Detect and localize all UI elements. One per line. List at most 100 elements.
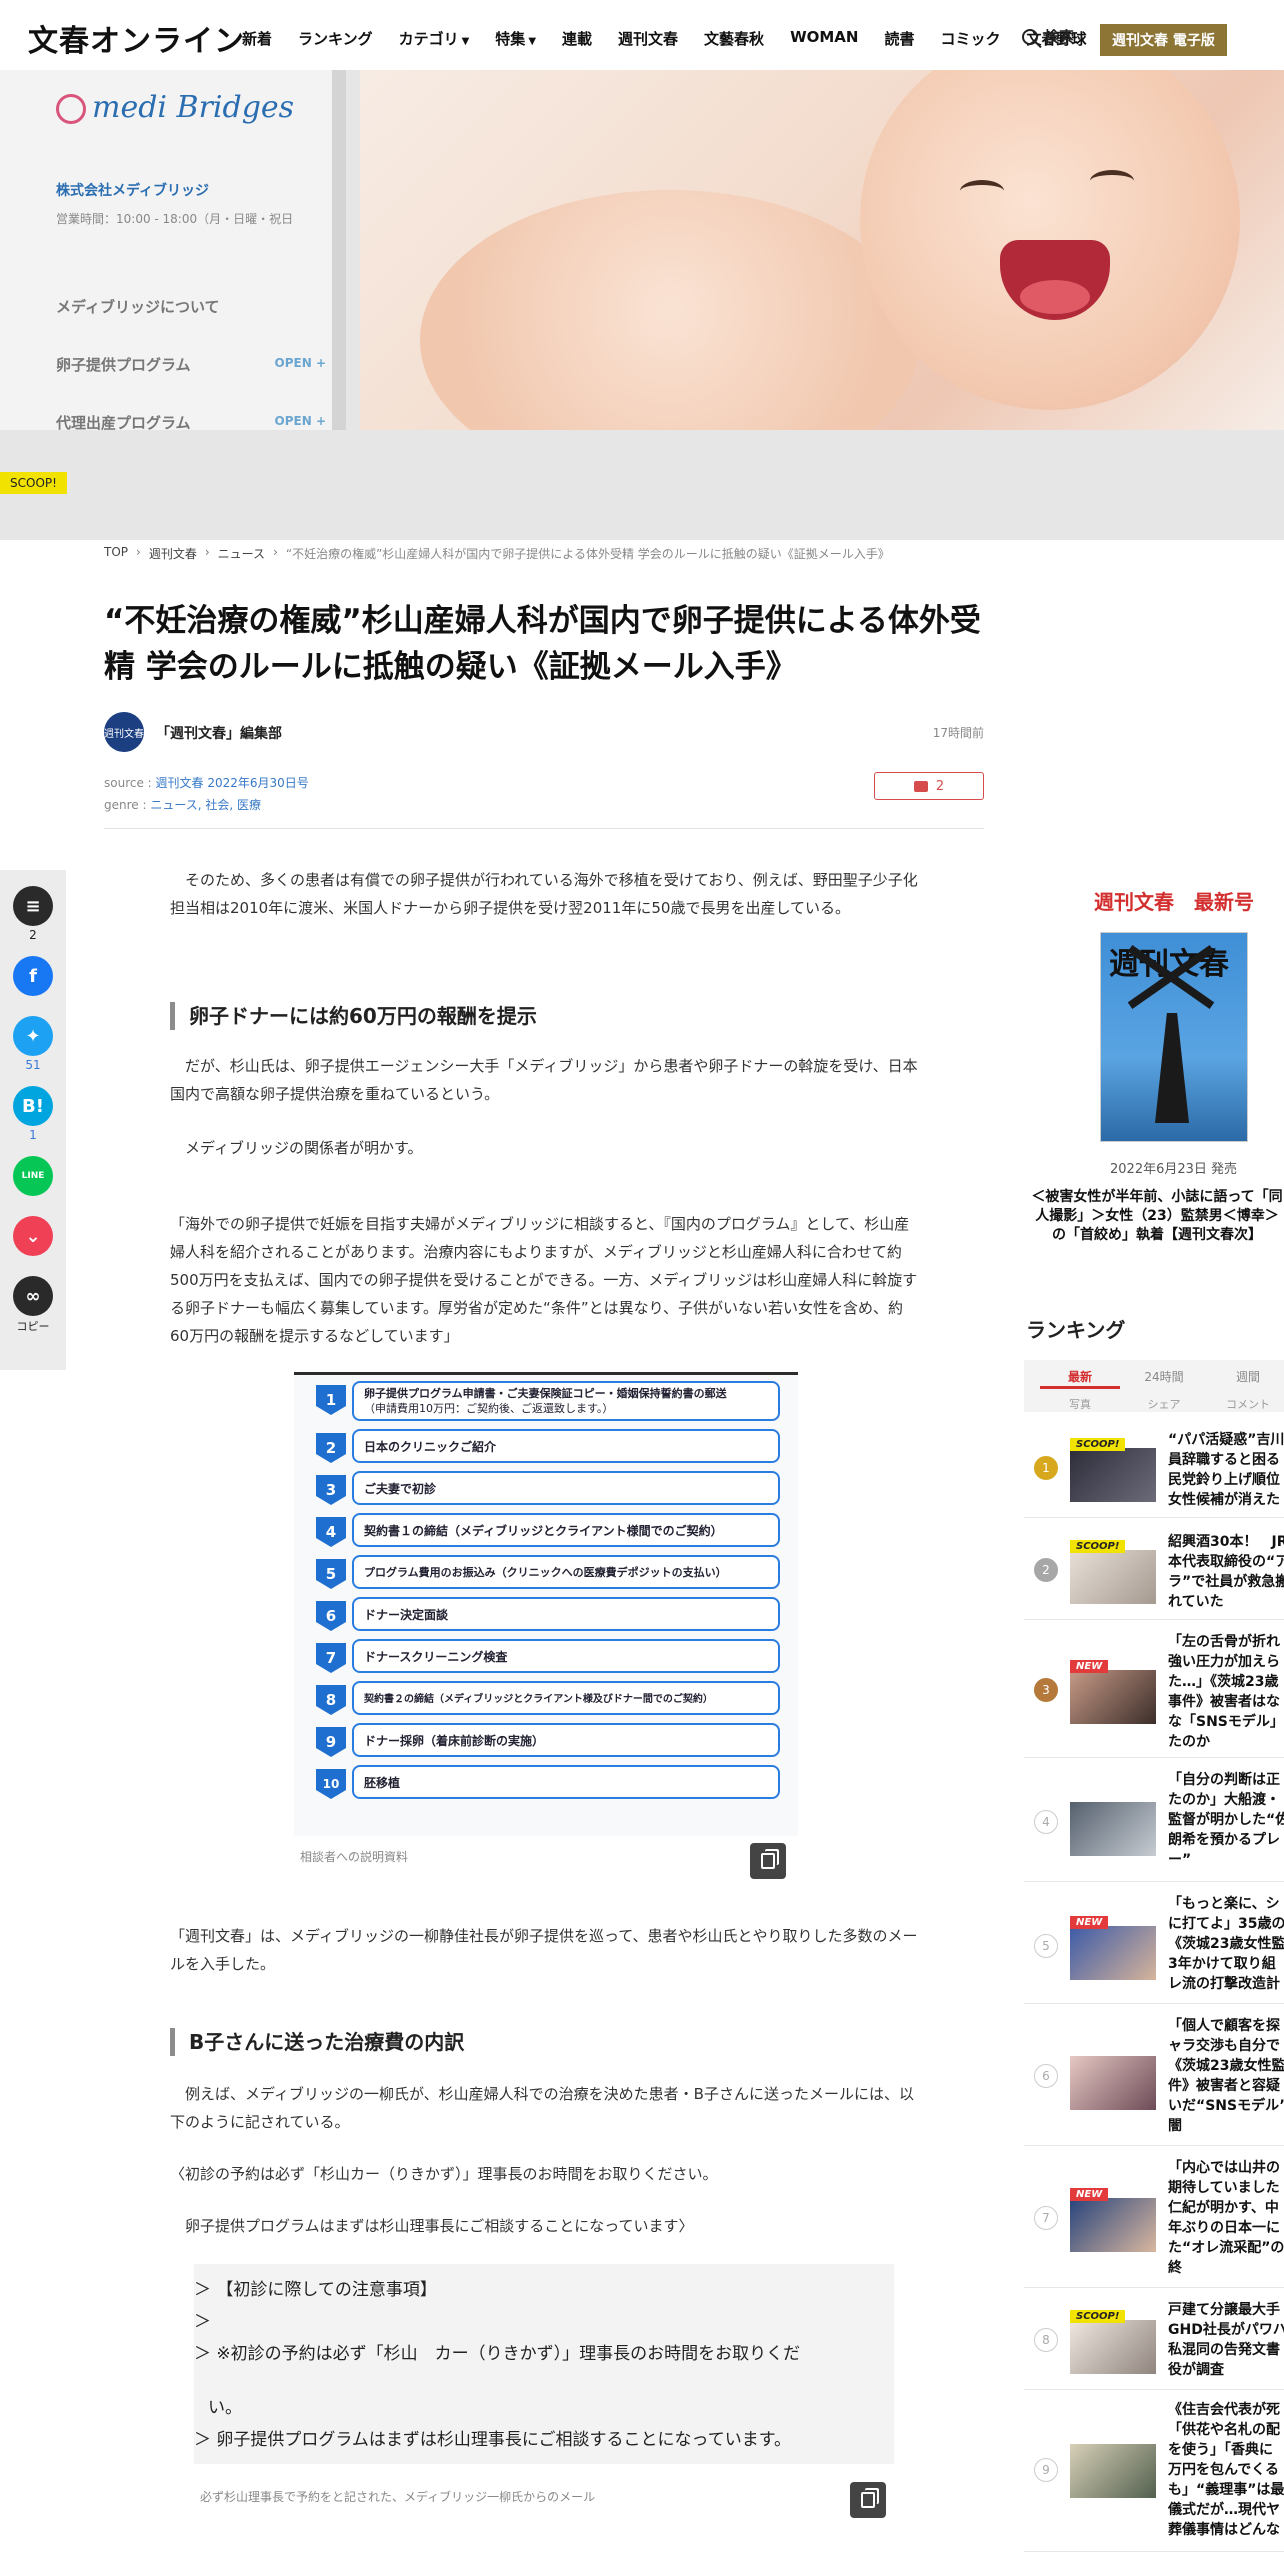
nav-bungei-shunju[interactable]: 文藝春秋 (704, 28, 764, 49)
scoop-badge: SCOOP! (0, 472, 67, 494)
facebook-icon: f (13, 956, 53, 996)
flow-step: 8 契約書２の締結（メディブリッジとクライアント様及びドナー間でのご契約） (316, 1681, 780, 1715)
rank-number: 1 (1034, 1456, 1058, 1480)
ranking-item[interactable]: 1 SCOOP! “パパ活疑惑”吉川 員辞職すると困る 民党鈴り上げ順位 女性候補が消… (1024, 1420, 1284, 1518)
share-pocket[interactable]: ⌄ (13, 1216, 53, 1256)
brand-mark-icon (56, 94, 86, 124)
flow-step: 6 ドナー決定面談 (316, 1597, 780, 1631)
author-row: 週刊文春 「週刊文春」編集部 17時間前 (104, 712, 984, 752)
nav-woman[interactable]: WOMAN (790, 28, 858, 49)
nav-category[interactable]: カテゴリ ▼ (399, 28, 470, 49)
quote-line: ＞ (194, 2312, 211, 2332)
quote-line: ＞ ※初診の予約は必ず「杉山 カー（りきかず）」理事長のお時間をお取りくだ (194, 2344, 801, 2364)
share-copy[interactable]: ∞ コピー (13, 1276, 53, 1334)
rank-thumbnail (1070, 2056, 1156, 2110)
issue-description[interactable]: ＜被害女性が半年前、小誌に語って「同人撮影」＞女性（23）監禁男＜博幸＞の「首絞… (1030, 1188, 1284, 1245)
copy-image-button[interactable] (750, 1843, 786, 1879)
share-comment[interactable]: ≡ 2 (13, 886, 53, 942)
flow-step: 1 卵子提供プログラム申請書・ご夫妻保険証コピー・婚姻保持誓約書の郵送 （申請費… (316, 1381, 780, 1421)
share-facebook[interactable]: f (13, 956, 53, 996)
rank-thumbnail (1070, 1802, 1156, 1856)
baby-eye-left (960, 180, 1004, 202)
flow-step: 2 日本のクリニックご紹介 (316, 1429, 780, 1463)
ranking-item[interactable]: 6 「個人で顧客を探 ャラ交渉も自分で 《茨城23歳女性監 件》被害者と容疑 いだ“SN… (1024, 2006, 1284, 2146)
share-twitter[interactable]: ✦ 51 (13, 1016, 53, 1072)
breadcrumb-news[interactable]: ニュース (218, 545, 265, 562)
rank-number: 7 (1034, 2206, 1058, 2230)
active-tab-indicator (1040, 1386, 1120, 1389)
rank-thumbnail (1070, 2320, 1156, 2374)
release-date: 2022年6月23日 発売 (1110, 1162, 1238, 1177)
subtab-comment[interactable]: コメント (1206, 1396, 1284, 1412)
nav-books[interactable]: 読書 (884, 28, 914, 49)
comment-button[interactable]: 2 (874, 772, 984, 800)
site-logo[interactable]: 文春オンライン (28, 16, 245, 60)
flow-step: 4 契約書１の締結（メディブリッジとクライアント様間でのご契約） (316, 1513, 780, 1547)
ranking-item[interactable]: 9 《住吉会代表が死 「供花や名札の配 を使う」「香典に 万円を包んでくる も」“義理事… (1024, 2392, 1284, 2552)
tab-weekly[interactable]: 週間 (1206, 1368, 1284, 1385)
baby-body (420, 190, 920, 430)
post-time: 17時間前 (932, 726, 984, 740)
chevron-down-icon: ▼ (461, 36, 470, 47)
quote-line: い。 (208, 2398, 242, 2418)
breadcrumb-current: “不妊治療の権威”杉山産婦人科が国内で卵子提供による体外受精 学会のルールに抵触… (285, 547, 890, 561)
author-name[interactable]: 「週刊文春」編集部 (156, 723, 282, 743)
ranking-item[interactable]: 3 NEW 「左の舌骨が折れ 強い圧力が加えら た…」《茨城23歳 事件》被害者はなな… (1024, 1622, 1284, 1758)
flow-step: 3 ご夫妻で初診 (316, 1471, 780, 1505)
rank-number: 3 (1034, 1678, 1058, 1702)
subtab-share[interactable]: シェア (1122, 1396, 1206, 1412)
magazine-cover[interactable]: 週刊文春 (1100, 932, 1248, 1142)
body-paragraph-4: 「海外での卵子提供で妊娠を目指す夫婦がメディブリッジに相談すると、『国内のプログ… (170, 1215, 918, 1345)
breadcrumb-top[interactable]: TOP (104, 545, 128, 562)
tab-latest[interactable]: 最新 (1038, 1368, 1122, 1385)
step-number: 1 (316, 1385, 346, 1415)
body-paragraph-1: そのため、多くの患者は有償での卵子提供が行われている海外で移植を受けており、例え… (170, 871, 918, 917)
copy-image-button[interactable] (850, 2482, 886, 2518)
windmill (1155, 1013, 1189, 1123)
medibridge-logo: medi Bridges (56, 92, 294, 124)
breadcrumb-shukan[interactable]: 週刊文春 (149, 545, 197, 562)
share-hatena[interactable]: B! 1 (13, 1086, 53, 1142)
nav-ranking[interactable]: ランキング (298, 28, 373, 49)
hatena-bookmark-icon: B! (13, 1086, 53, 1126)
nav-comic[interactable]: コミック (940, 28, 1000, 49)
flow-step: 7 ドナースクリーニング検査 (316, 1639, 780, 1673)
chevron-right-icon: › (204, 545, 210, 559)
nav-new[interactable]: 新着 (242, 28, 272, 49)
ranking-item[interactable]: 4 「自分の判断は正 たのか」大船渡・ 監督が明かした“佐 朗希を預かるプレ ー” (1024, 1760, 1284, 1882)
share-bar: ≡ 2 f ✦ 51 B! 1 LINE ⌄ ∞ コピー (0, 870, 66, 1370)
rank-thumbnail (1070, 2444, 1156, 2498)
copy-icon (761, 1853, 775, 1869)
chevron-right-icon: › (136, 545, 141, 559)
ranking-item[interactable]: 7 NEW 「内心では山井の 期待していました 仁紀が明かす、中 年ぶりの日本一に た“… (1024, 2148, 1284, 2288)
new-badge: NEW (1070, 2188, 1109, 2201)
twitter-icon: ✦ (13, 1016, 53, 1056)
rank-number: 5 (1034, 1934, 1058, 1958)
ranking-item[interactable]: 2 SCOOP! 紹興酒30本！ JR 本代表取締役の“ア ラ”で社員が救急搬 れてい… (1024, 1520, 1284, 1620)
section-heading-2: B子さんに送った治療費の内訳 (170, 2028, 920, 2056)
tab-24h[interactable]: 24時間 (1122, 1368, 1206, 1385)
article-title: “不妊治療の権威”杉山産婦人科が国内で卵子提供による体外受精 学会のルールに抵触… (104, 603, 981, 685)
scoop-badge: SCOOP! (1070, 1438, 1126, 1451)
hero-menu-surrogacy: 代理出産プログラム OPEN + (56, 414, 326, 432)
ranking-item[interactable]: 5 NEW 「もっと楽に、シ に打てよ」35歳の 《茨城23歳女性監 3年かけて取り組… (1024, 1884, 1284, 2004)
digital-edition-button[interactable]: 週刊文春 電子版 (1100, 24, 1227, 56)
hero-company: 株式会社メディブリッジ (56, 183, 210, 199)
nav-serial[interactable]: 連載 (562, 28, 592, 49)
ranking-item[interactable]: 8 SCOOP! 戸建て分譲最大手 GHD社長がパワハ 私混同の告発文書 役が調査 (1024, 2290, 1284, 2390)
new-badge: NEW (1070, 1660, 1109, 1673)
rank-thumbnail (1070, 1670, 1156, 1724)
nav-shukan-bunshun[interactable]: 週刊文春 (618, 28, 678, 49)
author-avatar[interactable]: 週刊文春 (104, 712, 144, 752)
body-paragraph-2: だが、杉山氏は、卵子提供エージェンシー大手「メディブリッジ」から患者や卵子ドナー… (170, 1057, 918, 1103)
subtab-photo[interactable]: 写真 (1038, 1396, 1122, 1412)
breadcrumb: TOP › 週刊文春 › ニュース › “不妊治療の権威”杉山産婦人科が国内で卵子提供… (104, 545, 890, 562)
genre-links[interactable]: ニュース, 社会, 医療 (150, 798, 261, 812)
genre-line: genre : ニュース, 社会, 医療 (104, 798, 262, 812)
search-button[interactable]: 検索 (1022, 26, 1074, 47)
body-paragraph-5: 「週刊文春」は、メディブリッジの一柳静佳社長が卵子提供を巡って、患者や杉山氏とや… (170, 1927, 918, 1973)
nav-feature[interactable]: 特集 ▼ (495, 28, 536, 49)
article-meta: source : 週刊文春 2022年6月30日号 genre : ニュース, … (104, 772, 309, 816)
source-link[interactable]: 週刊文春 2022年6月30日号 (156, 776, 309, 790)
share-line[interactable]: LINE (13, 1156, 53, 1196)
